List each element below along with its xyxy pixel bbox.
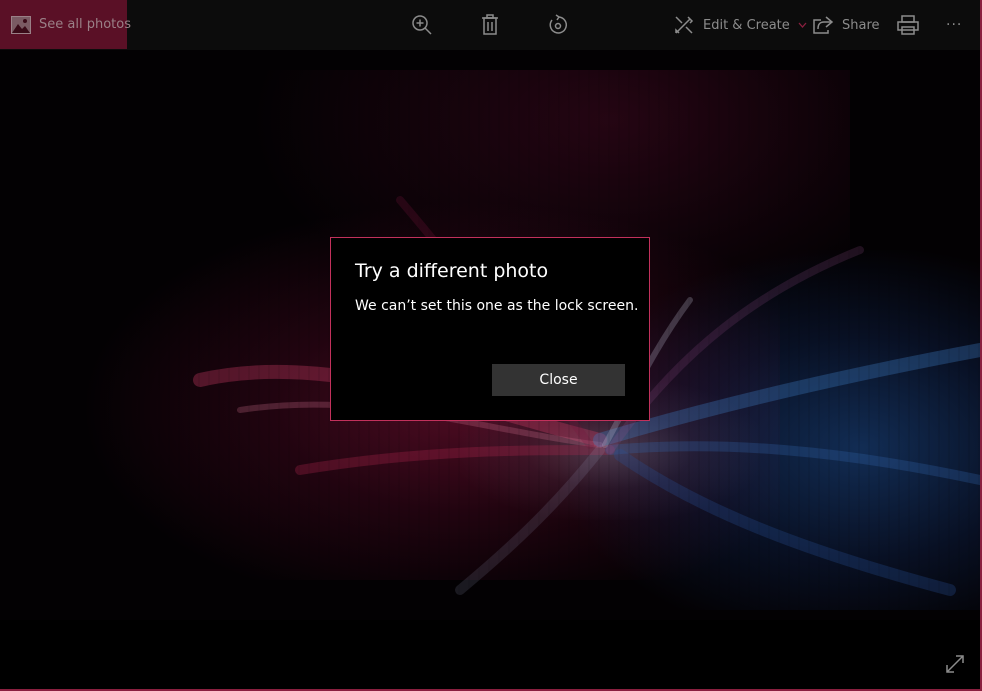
share-icon [812,15,834,35]
top-toolbar: See all photos Edit & Create Share ··· [0,0,980,50]
photos-app-window: See all photos Edit & Create Share ··· T… [0,0,982,691]
zoom-in-button[interactable] [409,12,435,38]
expand-arrows-icon [944,653,966,675]
dialog-message: We can’t set this one as the lock screen… [355,298,639,314]
rotate-icon [547,14,569,36]
edit-pen-icon [673,14,695,36]
edit-create-menu[interactable]: Edit & Create [673,12,807,38]
bottom-bar [0,620,980,689]
zoom-in-icon [411,14,433,36]
error-dialog: Try a different photo We can’t set this … [330,237,650,421]
more-options-button[interactable]: ··· [946,12,962,38]
chevron-down-icon [798,22,807,28]
dialog-title: Try a different photo [355,260,549,282]
share-button[interactable]: Share [812,12,880,38]
edit-create-label: Edit & Create [703,17,790,33]
delete-button[interactable] [477,12,503,38]
rotate-button[interactable] [545,12,571,38]
see-all-photos-button[interactable]: See all photos [0,0,131,49]
see-all-photos-label: See all photos [39,17,131,32]
print-button[interactable] [895,12,921,38]
share-label: Share [842,17,880,33]
photos-gallery-icon [11,15,31,34]
trash-icon [480,14,500,36]
close-button[interactable]: Close [492,364,625,396]
expand-fullscreen-button[interactable] [944,653,966,675]
more-ellipsis-icon: ··· [946,17,963,33]
printer-icon [897,14,919,36]
